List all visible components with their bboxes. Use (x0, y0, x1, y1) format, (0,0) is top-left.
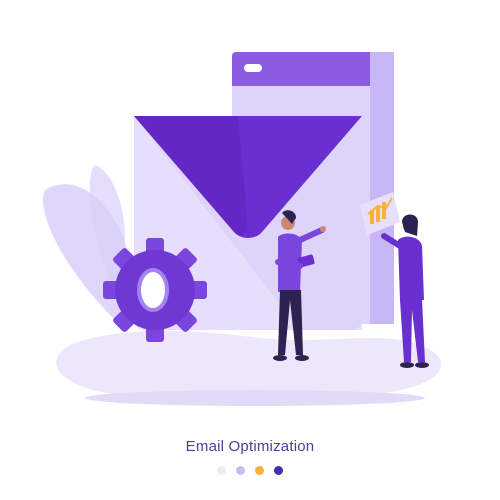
slide-caption: Email Optimization (185, 438, 315, 455)
carousel-dots (0, 466, 500, 475)
ground-shadow (85, 390, 425, 406)
carousel-dot-4[interactable] (274, 466, 283, 475)
carousel-dot-1[interactable] (217, 466, 226, 475)
carousel-dot-3[interactable] (255, 466, 264, 475)
carousel-dot-2[interactable] (236, 466, 245, 475)
illustration (43, 52, 442, 406)
gear-icon (103, 238, 207, 342)
